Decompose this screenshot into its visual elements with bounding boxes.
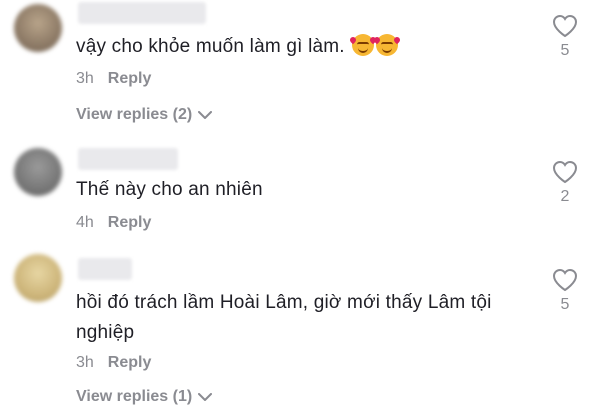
avatar[interactable] xyxy=(14,148,62,196)
like-button[interactable]: 2 xyxy=(550,160,580,206)
like-count: 5 xyxy=(560,42,570,59)
comment-meta: 3h Reply xyxy=(76,354,151,372)
view-replies-button[interactable]: View replies (2) xyxy=(76,106,213,124)
heart-outline-icon xyxy=(552,14,578,38)
comment-time: 3h xyxy=(76,354,94,371)
chevron-down-icon xyxy=(198,110,213,119)
smiling-face-with-hearts-icon xyxy=(352,34,375,56)
heart-outline-icon xyxy=(552,160,578,184)
heart-outline-icon xyxy=(552,268,578,292)
like-button[interactable]: 5 xyxy=(550,14,580,60)
like-count: 2 xyxy=(560,188,570,205)
comment-time: 3h xyxy=(76,70,94,87)
comment-text-content: Thế này cho an nhiên xyxy=(76,179,263,200)
comment-time: 4h xyxy=(76,214,94,231)
like-count: 5 xyxy=(560,296,570,313)
view-replies-label: View replies (1) xyxy=(76,388,193,405)
avatar[interactable] xyxy=(14,4,62,52)
comment-text: Thế này cho an nhiên xyxy=(76,175,526,205)
smiling-face-with-hearts-icon xyxy=(376,34,399,56)
comment-text-content: hồi đó trách lầm Hoài Lâm, giờ mới thấy … xyxy=(76,292,492,343)
view-replies-label: View replies (2) xyxy=(76,106,193,123)
comment-meta: 4h Reply xyxy=(76,214,151,232)
reply-button[interactable]: Reply xyxy=(108,70,152,88)
comment-meta: 3h Reply xyxy=(76,70,151,88)
username-blurred[interactable] xyxy=(78,148,178,170)
comment-text-content: vậy cho khỏe muốn làm gì làm. xyxy=(76,36,345,57)
reply-button[interactable]: Reply xyxy=(108,354,152,372)
like-button[interactable]: 5 xyxy=(550,268,580,314)
username-blurred[interactable] xyxy=(78,258,132,280)
comment-text: hồi đó trách lầm Hoài Lâm, giờ mới thấy … xyxy=(76,288,526,348)
avatar[interactable] xyxy=(14,254,62,302)
reply-button[interactable]: Reply xyxy=(108,214,152,232)
comment-text: vậy cho khỏe muốn làm gì làm. xyxy=(76,32,526,62)
username-blurred[interactable] xyxy=(78,2,206,24)
chevron-down-icon xyxy=(198,392,213,401)
view-replies-button[interactable]: View replies (1) xyxy=(76,388,213,406)
